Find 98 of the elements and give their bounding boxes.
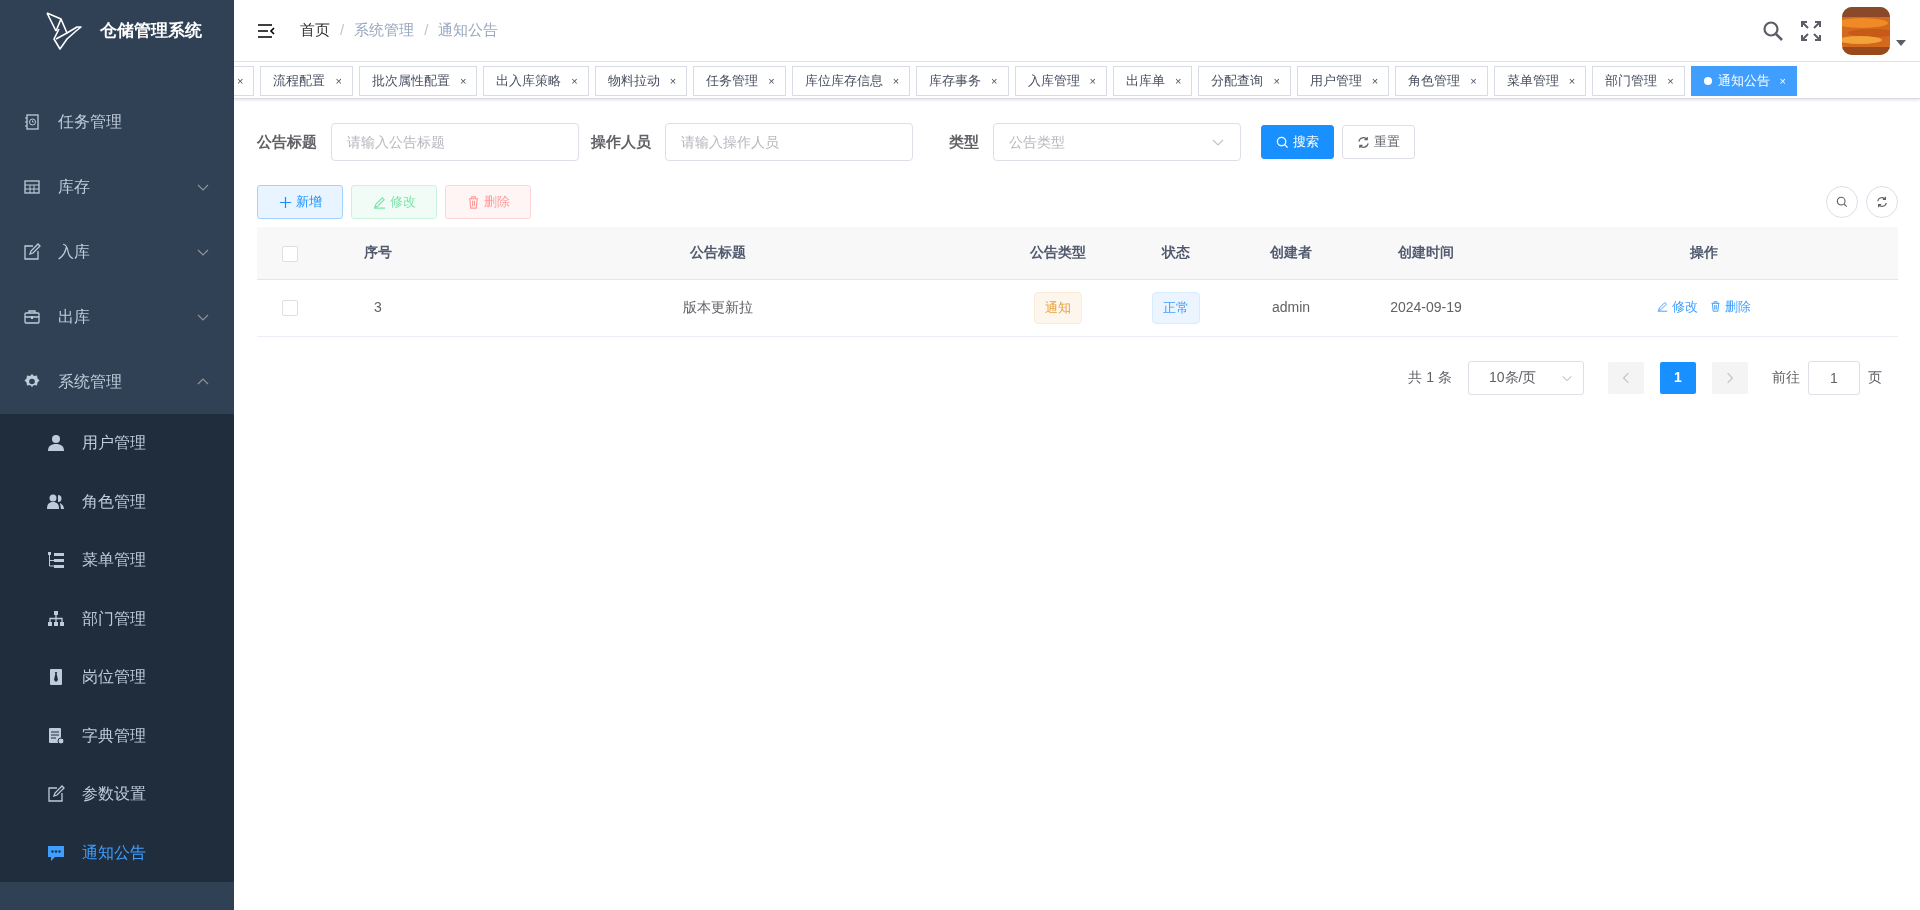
tab[interactable]: 批次属性配置 ×: [358, 66, 478, 96]
column-header: 公告标题: [690, 244, 746, 261]
breadcrumb-link[interactable]: 首页: [300, 19, 330, 42]
sidebar-subitem[interactable]: 字典管理: [0, 706, 234, 765]
type-tag: 通知: [1034, 291, 1082, 324]
search-icon: [1276, 135, 1289, 149]
column-header: 创建时间: [1398, 244, 1454, 261]
column-header: 创建者: [1270, 244, 1312, 261]
active-dot-icon: [1703, 77, 1712, 85]
field-label: 公告标题: [257, 131, 317, 152]
close-icon[interactable]: ×: [1371, 72, 1379, 90]
page-suffix: 页: [1868, 368, 1882, 387]
sidebar-subitem[interactable]: 通知公告: [0, 823, 234, 882]
pencil-square-icon: [22, 241, 42, 262]
bird-logo: [44, 11, 84, 51]
reset-button[interactable]: 重置: [1342, 125, 1415, 159]
close-icon[interactable]: ×: [669, 72, 677, 90]
sidebar-item[interactable]: 库存: [0, 154, 234, 219]
breadcrumb-separator: /: [424, 20, 429, 41]
search-icon: [1762, 19, 1784, 42]
sidebar-subitem[interactable]: 参数设置: [0, 765, 234, 824]
sidebar-subitem[interactable]: 角色管理: [0, 472, 234, 531]
trash-icon: [1709, 301, 1721, 313]
table-cell: 2024-09-19: [1390, 299, 1462, 315]
plus-icon: [278, 195, 292, 209]
tab[interactable]: 入库管理 ×: [1014, 66, 1107, 96]
table-cell: admin: [1271, 299, 1311, 315]
close-icon[interactable]: ×: [1470, 72, 1477, 90]
status-tag: 正常: [1152, 291, 1200, 324]
table-cell: 版本更新拉: [683, 299, 753, 315]
sidebar-item[interactable]: 系统管理: [0, 349, 234, 414]
close-icon[interactable]: ×: [1667, 72, 1674, 90]
input-field[interactable]: 请输入操作人员: [665, 123, 913, 161]
sidebar-subitem[interactable]: 部门管理: [0, 589, 234, 648]
tab[interactable]: 角色管理 ×: [1395, 66, 1488, 96]
sidebar-subitem[interactable]: 用户管理: [0, 414, 234, 473]
chevron-right-icon: [1726, 372, 1734, 385]
sidebar-subitem[interactable]: 岗位管理: [0, 648, 234, 707]
page-size-select[interactable]: 10条/页: [1468, 360, 1584, 395]
pencil-icon: [372, 195, 386, 209]
tab[interactable]: 分配查询 ×: [1198, 66, 1291, 96]
close-icon[interactable]: ×: [1273, 72, 1280, 90]
close-icon[interactable]: ×: [1568, 72, 1576, 90]
breadcrumb-separator: /: [340, 20, 345, 41]
column-header: 操作: [1689, 244, 1718, 261]
select-all-checkbox[interactable]: [282, 245, 298, 262]
close-icon[interactable]: ×: [991, 72, 998, 90]
tab[interactable]: 出入库策略 ×: [483, 66, 589, 96]
sidebar-subitem[interactable]: 菜单管理: [0, 531, 234, 590]
fullscreen-icon: [1800, 19, 1822, 42]
column-header: 公告类型: [1030, 244, 1086, 261]
tab[interactable]: 库位库存信息 ×: [791, 66, 911, 96]
row-checkbox[interactable]: [282, 300, 298, 317]
refresh-icon: [1876, 196, 1888, 208]
column-header: 序号: [364, 244, 392, 261]
tab[interactable]: 部门管理 ×: [1592, 66, 1685, 96]
search-icon: [1836, 196, 1848, 208]
field-label: 操作人员: [591, 131, 651, 152]
close-icon[interactable]: ×: [768, 72, 775, 90]
org-chart-icon: [46, 608, 66, 629]
column-header: 状态: [1162, 244, 1190, 261]
close-icon[interactable]: ×: [1174, 72, 1182, 90]
chevron-left-icon: [1622, 372, 1630, 385]
table-cell: 3: [374, 299, 382, 315]
tab[interactable]: 用户管理 ×: [1296, 66, 1390, 96]
tab[interactable]: ×: [234, 66, 255, 96]
close-icon[interactable]: ×: [892, 72, 900, 90]
tab[interactable]: 任务管理 ×: [693, 66, 786, 96]
clipboard-clock-icon: [22, 111, 42, 132]
tab[interactable]: 物料拉动 ×: [594, 66, 688, 96]
search-toggle-button[interactable]: [1826, 186, 1858, 218]
tab[interactable]: 出库单 ×: [1112, 66, 1193, 96]
total-count: 共 1 条: [1408, 368, 1452, 387]
page-input[interactable]: 1: [1808, 360, 1860, 395]
tab[interactable]: 菜单管理 ×: [1493, 66, 1587, 96]
close-icon[interactable]: ×: [237, 72, 244, 90]
app-title: 仓储管理系统: [100, 20, 202, 43]
close-icon[interactable]: ×: [459, 72, 467, 90]
field-label: 类型: [949, 131, 979, 152]
pencil-square-icon: [46, 784, 66, 805]
goto-label: 前往: [1772, 368, 1800, 387]
pencil-icon: [1656, 301, 1668, 313]
tree-list-icon: [46, 550, 66, 571]
tab[interactable]: 流程配置 ×: [260, 66, 353, 96]
input-field[interactable]: 请输入公告标题: [331, 123, 579, 161]
close-icon[interactable]: ×: [1089, 72, 1096, 90]
sidebar-item[interactable]: 出库: [0, 284, 234, 349]
close-icon[interactable]: ×: [335, 72, 342, 90]
close-icon[interactable]: ×: [571, 72, 578, 90]
caret-icon: [1896, 39, 1906, 46]
refresh-button[interactable]: [1866, 186, 1898, 218]
trash-icon: [466, 195, 480, 209]
user-icon: [46, 433, 66, 454]
refresh-icon: [1357, 135, 1370, 149]
sidebar-item[interactable]: 入库: [0, 219, 234, 284]
document-gear-icon: [46, 725, 66, 746]
tab[interactable]: 库存事务 ×: [916, 66, 1009, 96]
sidebar-item[interactable]: 任务管理: [0, 89, 234, 154]
